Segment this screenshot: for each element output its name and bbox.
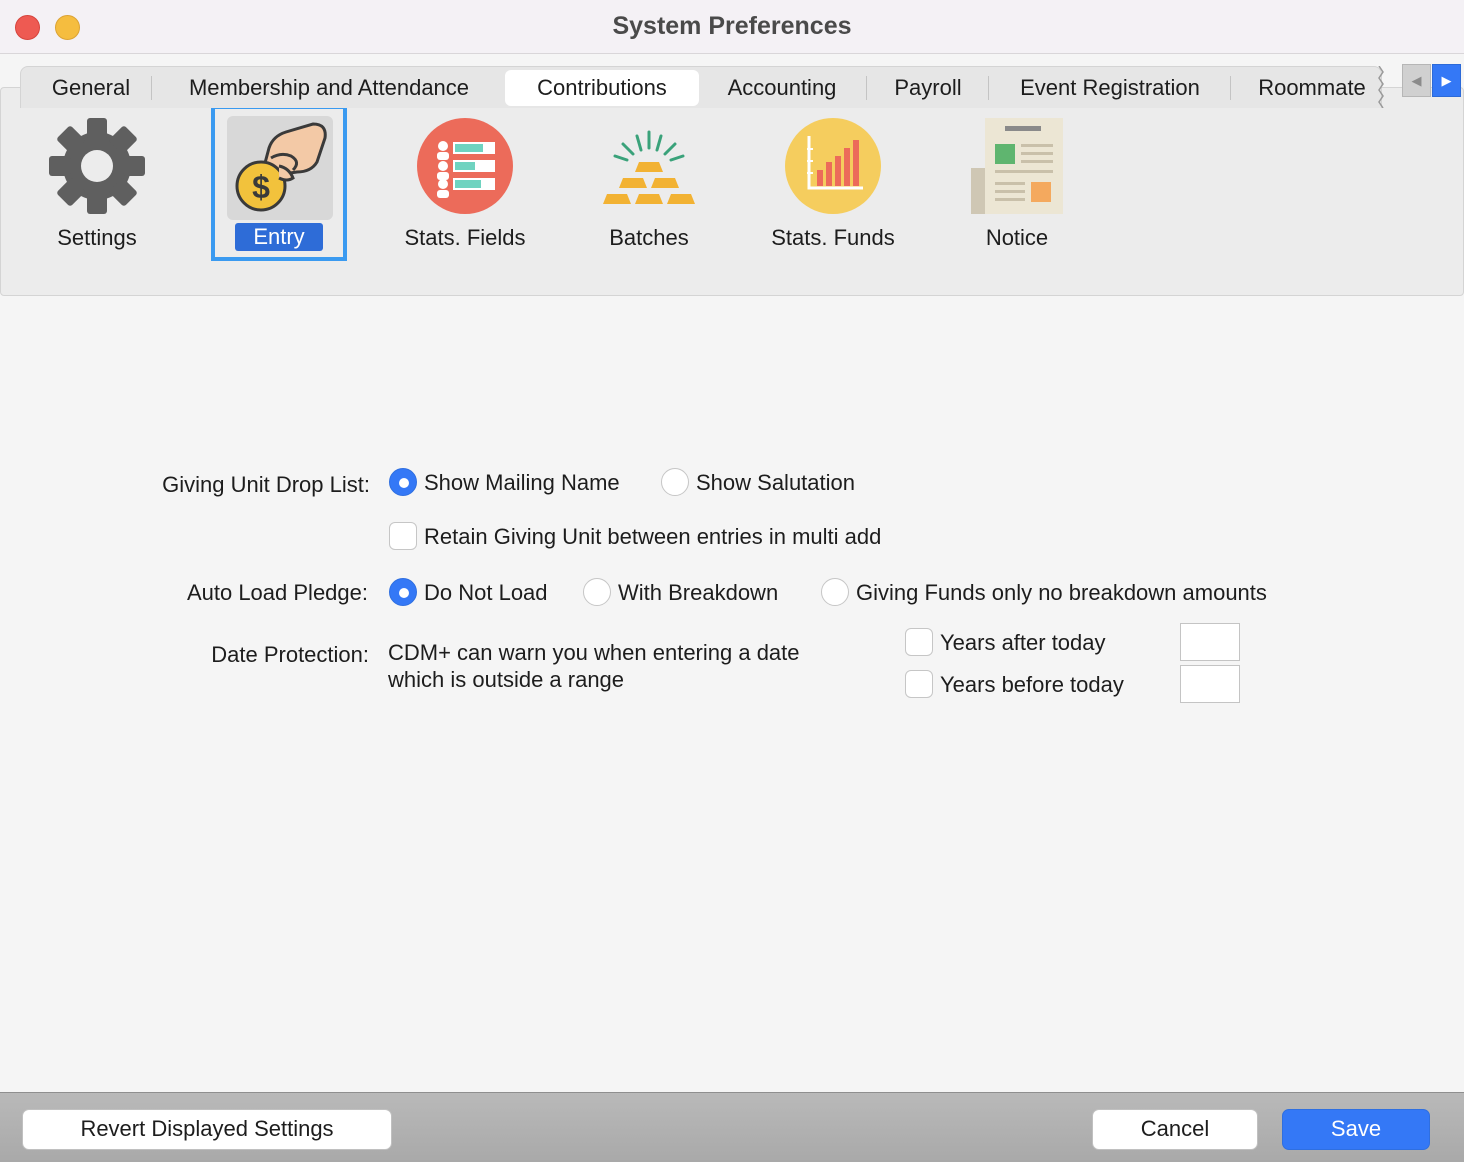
toolbar-item-label: Entry: [235, 223, 323, 251]
tab-overflow-edge: [1377, 66, 1385, 108]
revert-displayed-settings-button[interactable]: Revert Displayed Settings: [22, 1109, 392, 1150]
preference-icon-toolbar: Settings $ Entry Stats. Fields Batches S…: [0, 87, 1464, 296]
title-bar: System Preferences: [0, 0, 1464, 54]
toolbar-item-label: Stats. Funds: [771, 225, 895, 250]
tab-accounting[interactable]: Accounting: [707, 67, 857, 109]
years-after-today-input[interactable]: [1180, 623, 1240, 661]
toolbar-item-stats-fields[interactable]: Stats. Fields: [395, 118, 535, 258]
gold-bars-icon: [601, 118, 697, 214]
toolbar-item-label: Settings: [57, 225, 137, 250]
tabs-scroll-left-button[interactable]: ◀: [1402, 64, 1431, 97]
window-title: System Preferences: [612, 12, 852, 40]
tabs-scroll-right-button[interactable]: ▶: [1432, 64, 1461, 97]
with-breakdown-radio[interactable]: [583, 578, 611, 606]
toolbar-item-notice[interactable]: Notice: [947, 118, 1087, 258]
tab-contributions[interactable]: Contributions: [505, 70, 699, 106]
tab-event-registration[interactable]: Event Registration: [998, 67, 1222, 109]
toolbar-item-label: Batches: [609, 225, 689, 250]
date-protection-label: Date Protection:: [211, 642, 369, 667]
newspaper-icon: [969, 118, 1065, 214]
triangle-left-icon: ◀: [1411, 72, 1422, 88]
toolbar-item-label: Notice: [985, 225, 1049, 250]
list-fields-icon: [417, 118, 513, 214]
toolbar-item-batches[interactable]: Batches: [579, 118, 719, 258]
years-after-today-checkbox[interactable]: [905, 628, 933, 656]
gear-icon: [49, 118, 145, 214]
giving-funds-only-label[interactable]: Giving Funds only no breakdown amounts: [856, 580, 1267, 606]
years-before-today-checkbox[interactable]: [905, 670, 933, 698]
toolbar-item-label: Stats. Fields: [404, 225, 526, 250]
giving-funds-only-radio[interactable]: [821, 578, 849, 606]
svg-text:$: $: [252, 169, 270, 205]
giving-unit-label: Giving Unit Drop List:: [162, 472, 370, 497]
save-button[interactable]: Save: [1282, 1109, 1430, 1150]
tab-general[interactable]: General: [31, 67, 151, 109]
triangle-right-icon: ▶: [1441, 72, 1452, 88]
tab-payroll[interactable]: Payroll: [876, 67, 980, 109]
show-salutation-radio[interactable]: [661, 468, 689, 496]
date-protection-description: CDM+ can warn you when entering a date w…: [388, 640, 800, 692]
tab-roommate[interactable]: Roommate: [1240, 67, 1384, 109]
toolbar-item-entry[interactable]: $ Entry: [211, 105, 353, 261]
years-after-today-label[interactable]: Years after today: [940, 630, 1106, 656]
toolbar-item-stats-funds[interactable]: Stats. Funds: [763, 118, 903, 258]
section-tab-bar: General Membership and Attendance Contri…: [20, 66, 1382, 108]
show-mailing-name-label[interactable]: Show Mailing Name: [424, 470, 620, 496]
retain-giving-unit-checkbox[interactable]: [389, 522, 417, 550]
do-not-load-radio[interactable]: [389, 578, 417, 606]
years-before-today-label[interactable]: Years before today: [940, 672, 1124, 698]
bar-chart-icon: [785, 118, 881, 214]
do-not-load-label[interactable]: Do Not Load: [424, 580, 548, 606]
toolbar-item-settings[interactable]: Settings: [27, 118, 167, 258]
show-salutation-label[interactable]: Show Salutation: [696, 470, 855, 496]
auto-load-pledge-label: Auto Load Pledge:: [186, 580, 368, 605]
cancel-button[interactable]: Cancel: [1092, 1109, 1258, 1150]
show-mailing-name-radio[interactable]: [389, 468, 417, 496]
hand-coin-icon: $: [231, 118, 327, 214]
retain-giving-unit-label[interactable]: Retain Giving Unit between entries in mu…: [424, 524, 881, 550]
years-before-today-input[interactable]: [1180, 665, 1240, 703]
with-breakdown-label[interactable]: With Breakdown: [618, 580, 778, 606]
bottom-button-bar: Revert Displayed Settings Cancel Save: [0, 1092, 1464, 1162]
tab-membership-and-attendance[interactable]: Membership and Attendance: [161, 67, 497, 109]
